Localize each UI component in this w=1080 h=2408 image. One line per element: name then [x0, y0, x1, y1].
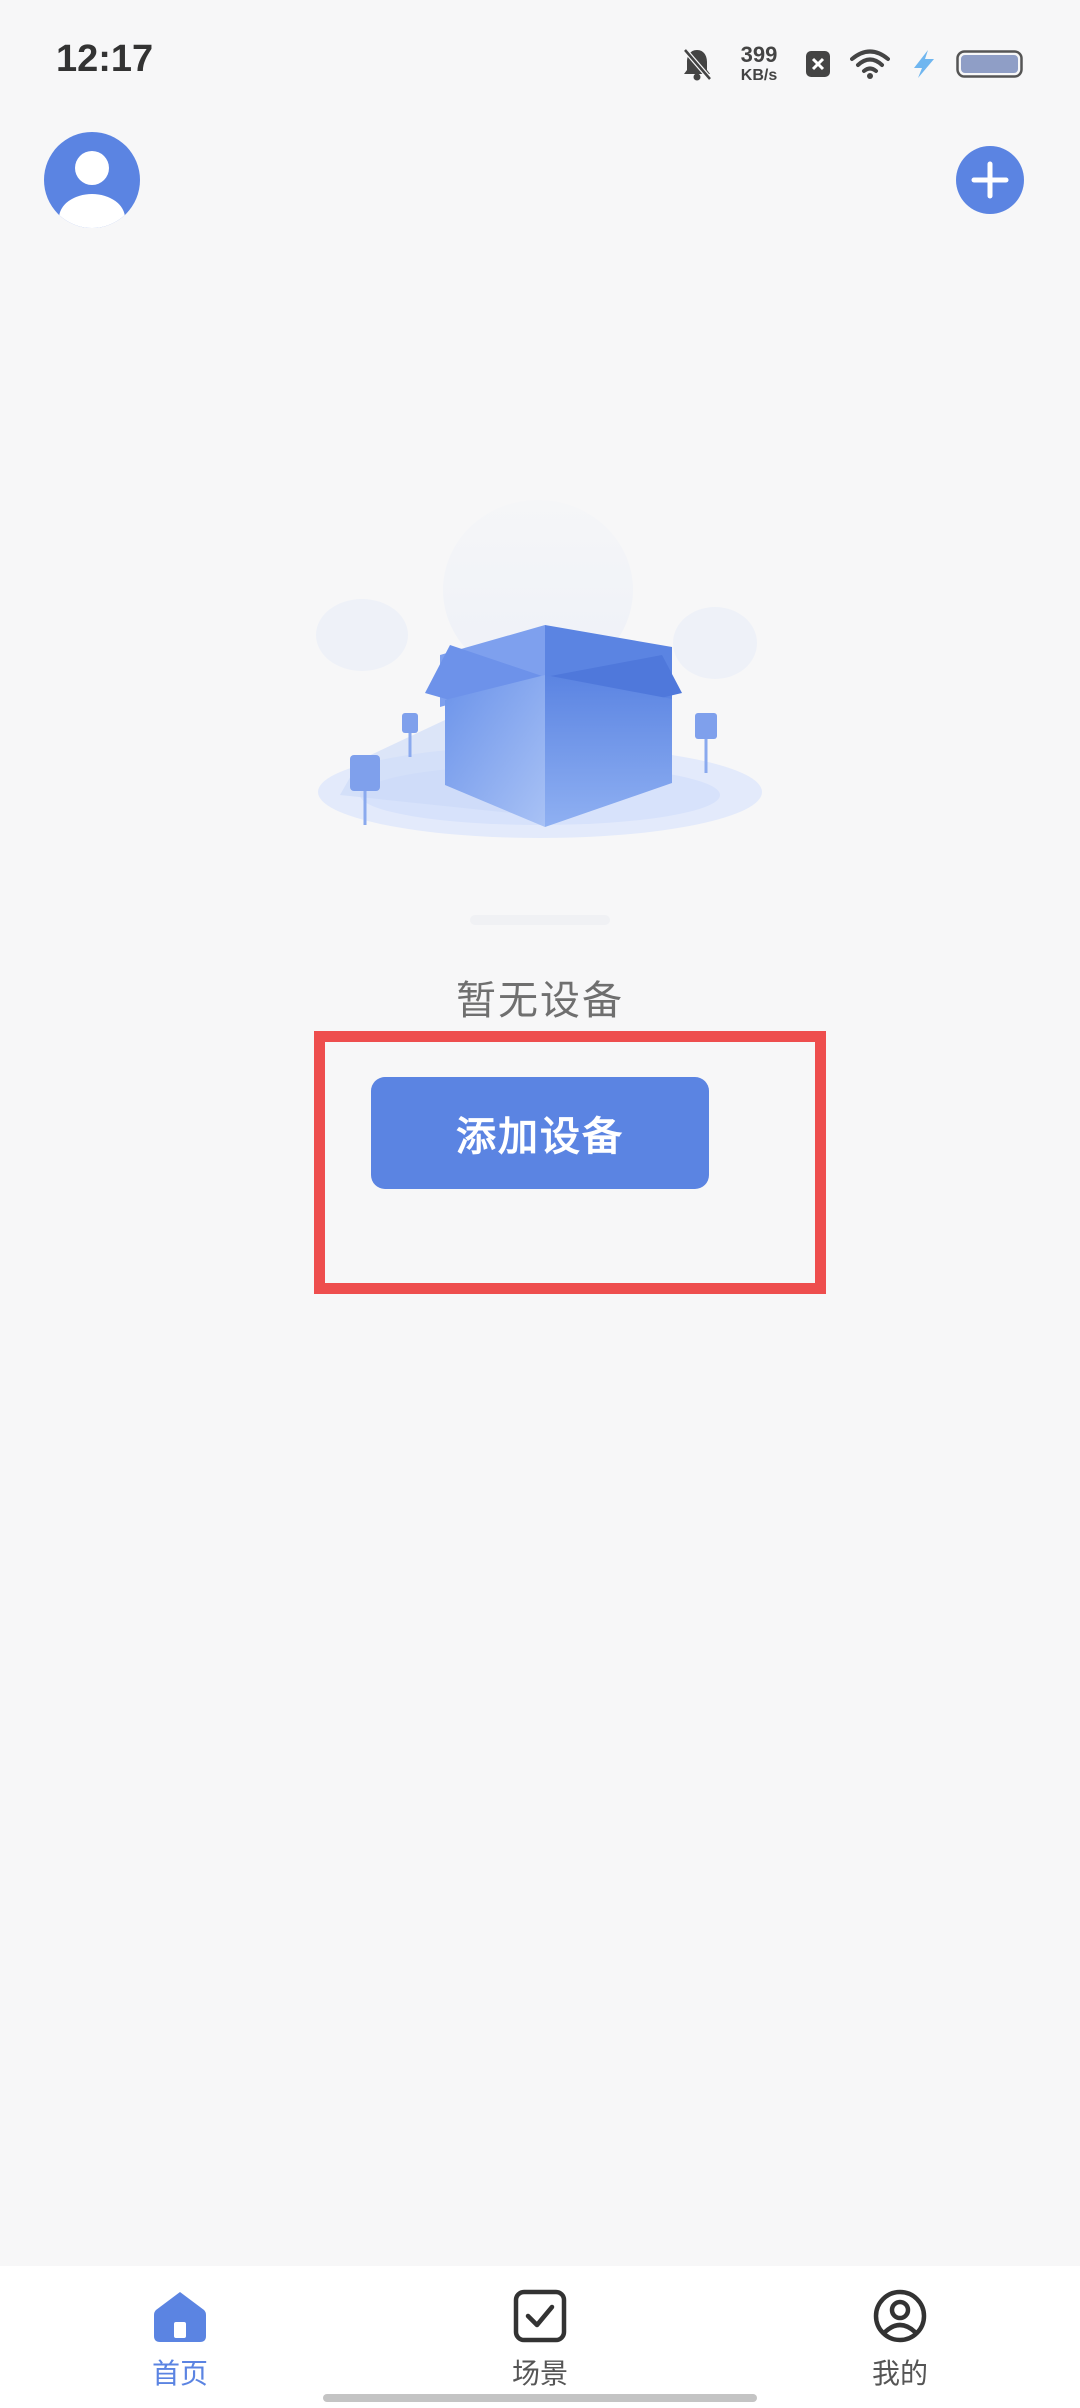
add-device-button[interactable]: 添加设备 — [371, 1077, 709, 1189]
nav-tab-scene[interactable]: 场景 — [440, 2288, 640, 2408]
app-screen: 12:17 399 KB/s 暂无设备 添加设备 首页 场景 我的 — [0, 0, 1080, 2408]
home-indicator[interactable] — [323, 2394, 757, 2402]
empty-state-message: 暂无设备 — [456, 978, 624, 1024]
bell-off-icon — [680, 46, 714, 82]
charging-icon — [908, 48, 938, 80]
user-avatar-icon — [44, 151, 140, 228]
status-icons: 399 KB/s — [680, 38, 1024, 90]
status-time: 12:17 — [56, 38, 154, 80]
net-speed-value: 399 — [740, 42, 778, 67]
wifi-icon — [850, 48, 890, 80]
status-bar: 12:17 399 KB/s — [0, 0, 1080, 130]
nav-tab-home[interactable]: 首页 — [80, 2288, 280, 2408]
avatar-button[interactable] — [44, 132, 140, 228]
net-speed: 399 KB/s — [732, 44, 786, 84]
plus-icon — [956, 161, 1024, 218]
profile-icon — [800, 2288, 1000, 2344]
close-box-icon — [804, 49, 832, 79]
nav-label-mine: 我的 — [871, 2357, 928, 2390]
battery-icon — [956, 49, 1024, 79]
nav-label-scene: 场景 — [511, 2357, 568, 2390]
bottom-nav: 首页 场景 我的 — [0, 2266, 1080, 2408]
add-button[interactable] — [956, 146, 1024, 214]
net-speed-unit: KB/s — [740, 67, 778, 84]
home-icon — [80, 2288, 280, 2344]
empty-box-illustration — [300, 495, 780, 930]
nav-tab-mine[interactable]: 我的 — [800, 2288, 1000, 2408]
nav-label-home: 首页 — [151, 2357, 208, 2390]
scene-check-icon — [440, 2288, 640, 2344]
